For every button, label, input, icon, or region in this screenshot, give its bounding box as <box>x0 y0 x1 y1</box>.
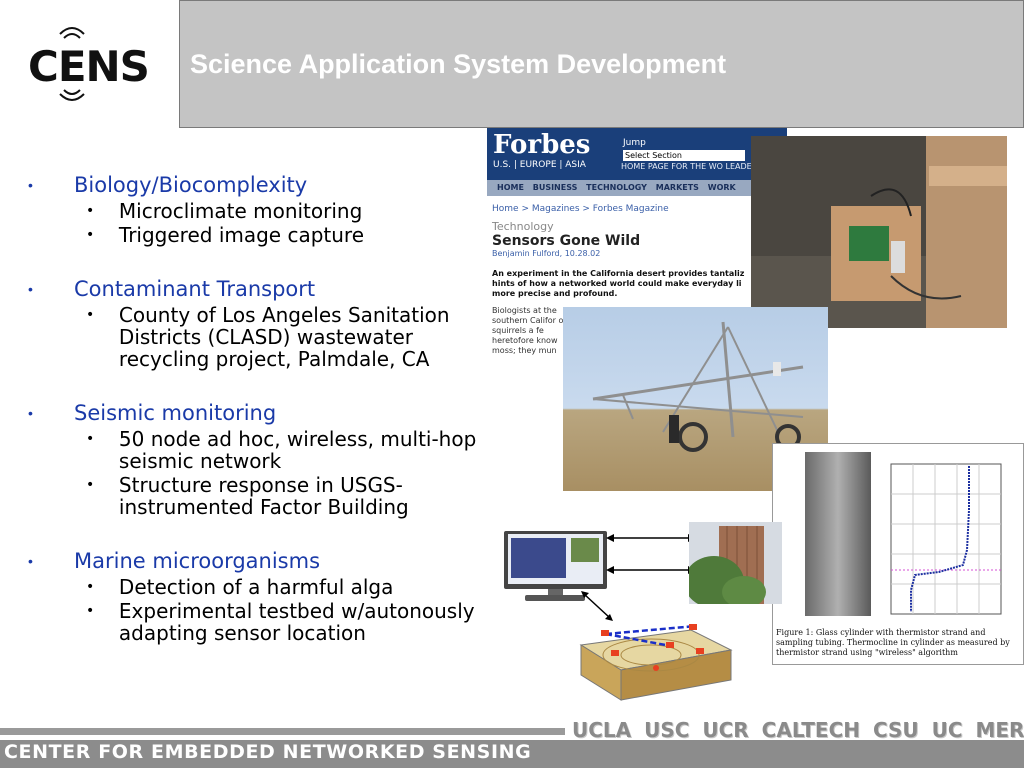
sub-bullet: • Experimental testbed w/autonously adap… <box>86 600 478 644</box>
bullet-biology: • Biology/Biocomplexity <box>28 172 478 198</box>
forbes-author: Benjamin Fulford, 10.28.02 <box>492 249 601 258</box>
thermocline-figure: Figure 1: Glass cylinder with thermistor… <box>772 443 1024 665</box>
forbes-breadcrumb: Home > Magazines > Forbes Magazine <box>492 204 669 214</box>
forbes-section: Technology <box>492 220 554 233</box>
sub-bullet-text: Triggered image capture <box>118 223 365 247</box>
forbes-headline: Sensors Gone Wild <box>492 233 641 249</box>
bullet-icon: • <box>86 579 95 595</box>
bullet-icon: • <box>28 405 33 421</box>
bullet-label: Biology/Biocomplexity <box>74 173 308 197</box>
footer-org-name: CENTER FOR EMBEDDED NETWORKED SENSING <box>4 741 532 763</box>
logo-text: CENS <box>28 42 150 91</box>
bullet-marine: • Marine microorganisms <box>28 548 478 574</box>
forbes-body: Biologists at the southern Califor of sq… <box>492 306 566 355</box>
double-arrow-icon <box>606 534 696 574</box>
sub-bullet: • Structure response in USGS-instrumente… <box>86 474 478 518</box>
forbes-nav-item: HOME <box>497 183 524 192</box>
bullet-list: • Biology/Biocomplexity • Microclimate m… <box>28 172 478 644</box>
forbes-nav: HOME BUSINESS TECHNOLOGY MARKETS WORK <box>487 180 787 196</box>
bullet-label: Contaminant Transport <box>74 277 316 301</box>
bullet-icon: • <box>86 227 95 243</box>
forbes-nav-item: MARKETS <box>655 183 699 192</box>
forbes-nav-item: WORK <box>707 183 736 192</box>
bullet-icon: • <box>86 603 95 619</box>
seismic-network-diagram <box>579 624 733 701</box>
title-box: Science Application System Development <box>179 0 1024 128</box>
sub-bullet-text: Structure response in USGS-instrumented … <box>118 473 409 519</box>
sub-bullet: • County of Los Angeles Sanitation Distr… <box>86 304 478 370</box>
bullet-contaminant: • Contaminant Transport <box>28 276 478 302</box>
bullet-icon: • <box>28 553 33 569</box>
bullet-icon: • <box>86 477 95 493</box>
sub-bullet-text: Detection of a harmful alga <box>118 575 394 599</box>
bullet-icon: • <box>86 307 95 323</box>
university-list: UCLA USC UCR CALTECH CSU UC MERCED <box>572 718 1024 742</box>
factor-building-photo <box>689 522 782 604</box>
sub-bullet: • 50 node ad hoc, wireless, multi-hop se… <box>86 428 478 472</box>
building-illustration <box>689 522 782 604</box>
bullet-icon: • <box>86 431 95 447</box>
glass-cylinder-photo <box>805 452 871 616</box>
bullet-icon: • <box>28 281 33 297</box>
forbes-lede: An experiment in the California desert p… <box>492 269 745 298</box>
sub-bullet-text: County of Los Angeles Sanitation Distric… <box>118 303 450 371</box>
sensor-board-photo <box>751 136 1007 328</box>
figure-caption: Figure 1: Glass cylinder with thermistor… <box>776 628 1010 657</box>
bullet-icon: • <box>28 177 33 193</box>
bullet-label: Marine microorganisms <box>74 549 321 573</box>
sub-bullet: • Detection of a harmful alga <box>86 576 478 598</box>
forbes-header: Forbes U.S. | EUROPE | ASIA Jump Select … <box>487 128 787 180</box>
sub-bullet-text: Microclimate monitoring <box>118 199 363 223</box>
forbes-nav-item: TECHNOLOGY <box>586 183 647 192</box>
sensor-board-illustration <box>751 136 1007 328</box>
forbes-section-select: Select Section <box>623 150 745 161</box>
page-title: Science Application System Development <box>190 49 727 79</box>
forbes-nav-item: BUSINESS <box>532 183 578 192</box>
bullet-seismic: • Seismic monitoring <box>28 400 478 426</box>
footer-divider <box>0 728 565 735</box>
bullet-label: Seismic monitoring <box>74 401 277 425</box>
forbes-regions: U.S. | EUROPE | ASIA <box>493 160 586 170</box>
sub-bullet: • Microclimate monitoring <box>86 200 478 222</box>
forbes-jump-label: Jump <box>623 138 646 148</box>
thermocline-plot <box>890 463 1002 615</box>
sub-bullet: • Triggered image capture <box>86 224 478 246</box>
bullet-icon: • <box>86 203 95 219</box>
sub-bullet-text: Experimental testbed w/autonously adapti… <box>118 599 475 645</box>
sub-bullet-text: 50 node ad hoc, wireless, multi-hop seis… <box>118 427 477 473</box>
cens-logo: CENS <box>22 26 150 102</box>
forbes-logo: Forbes <box>493 130 591 160</box>
